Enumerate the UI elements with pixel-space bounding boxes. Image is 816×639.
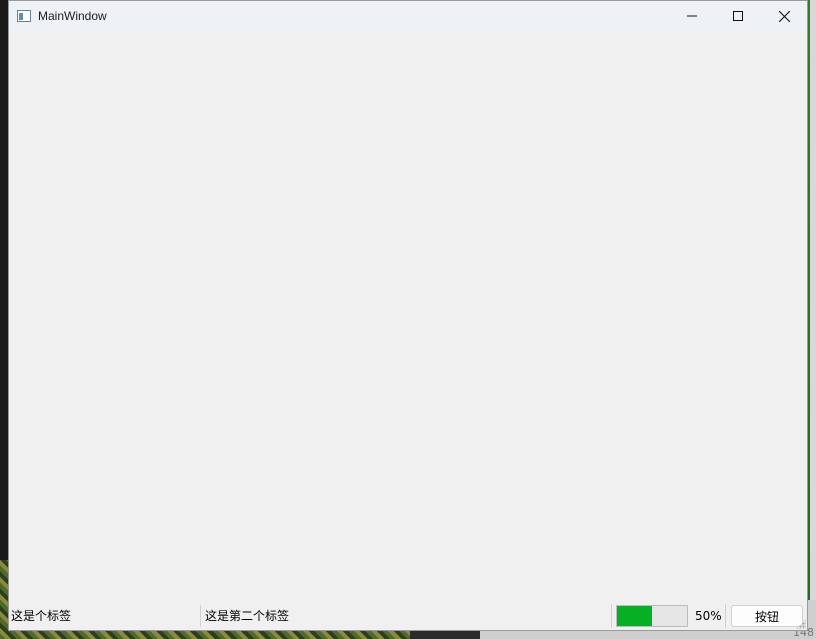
status-bar: 这是个标签 这是第二个标签 50% 按钮 — [9, 600, 807, 630]
minimize-button[interactable] — [669, 1, 715, 31]
status-button[interactable]: 按钮 — [731, 605, 803, 627]
desktop-background-strip — [810, 0, 816, 639]
status-label-first: 这是个标签 — [9, 605, 201, 627]
status-progress-section: 50% — [611, 604, 725, 628]
main-window: MainWindow 这是个标签 这是第二个标签 50% 按钮 — [8, 0, 808, 631]
app-window-icon — [17, 10, 31, 22]
status-label-second: 这是第二个标签 — [205, 609, 290, 623]
maximize-icon — [733, 11, 743, 21]
status-button-section: 按钮 — [725, 604, 807, 628]
progress-text: 50% — [695, 609, 722, 623]
close-icon — [778, 10, 790, 22]
close-button[interactable] — [761, 1, 807, 31]
maximize-button[interactable] — [715, 1, 761, 31]
progress-fill — [617, 606, 652, 626]
central-widget — [9, 31, 807, 600]
title-bar[interactable]: MainWindow — [9, 1, 807, 31]
minimize-icon — [687, 15, 697, 17]
progress-bar — [616, 605, 688, 627]
window-title: MainWindow — [38, 9, 107, 23]
